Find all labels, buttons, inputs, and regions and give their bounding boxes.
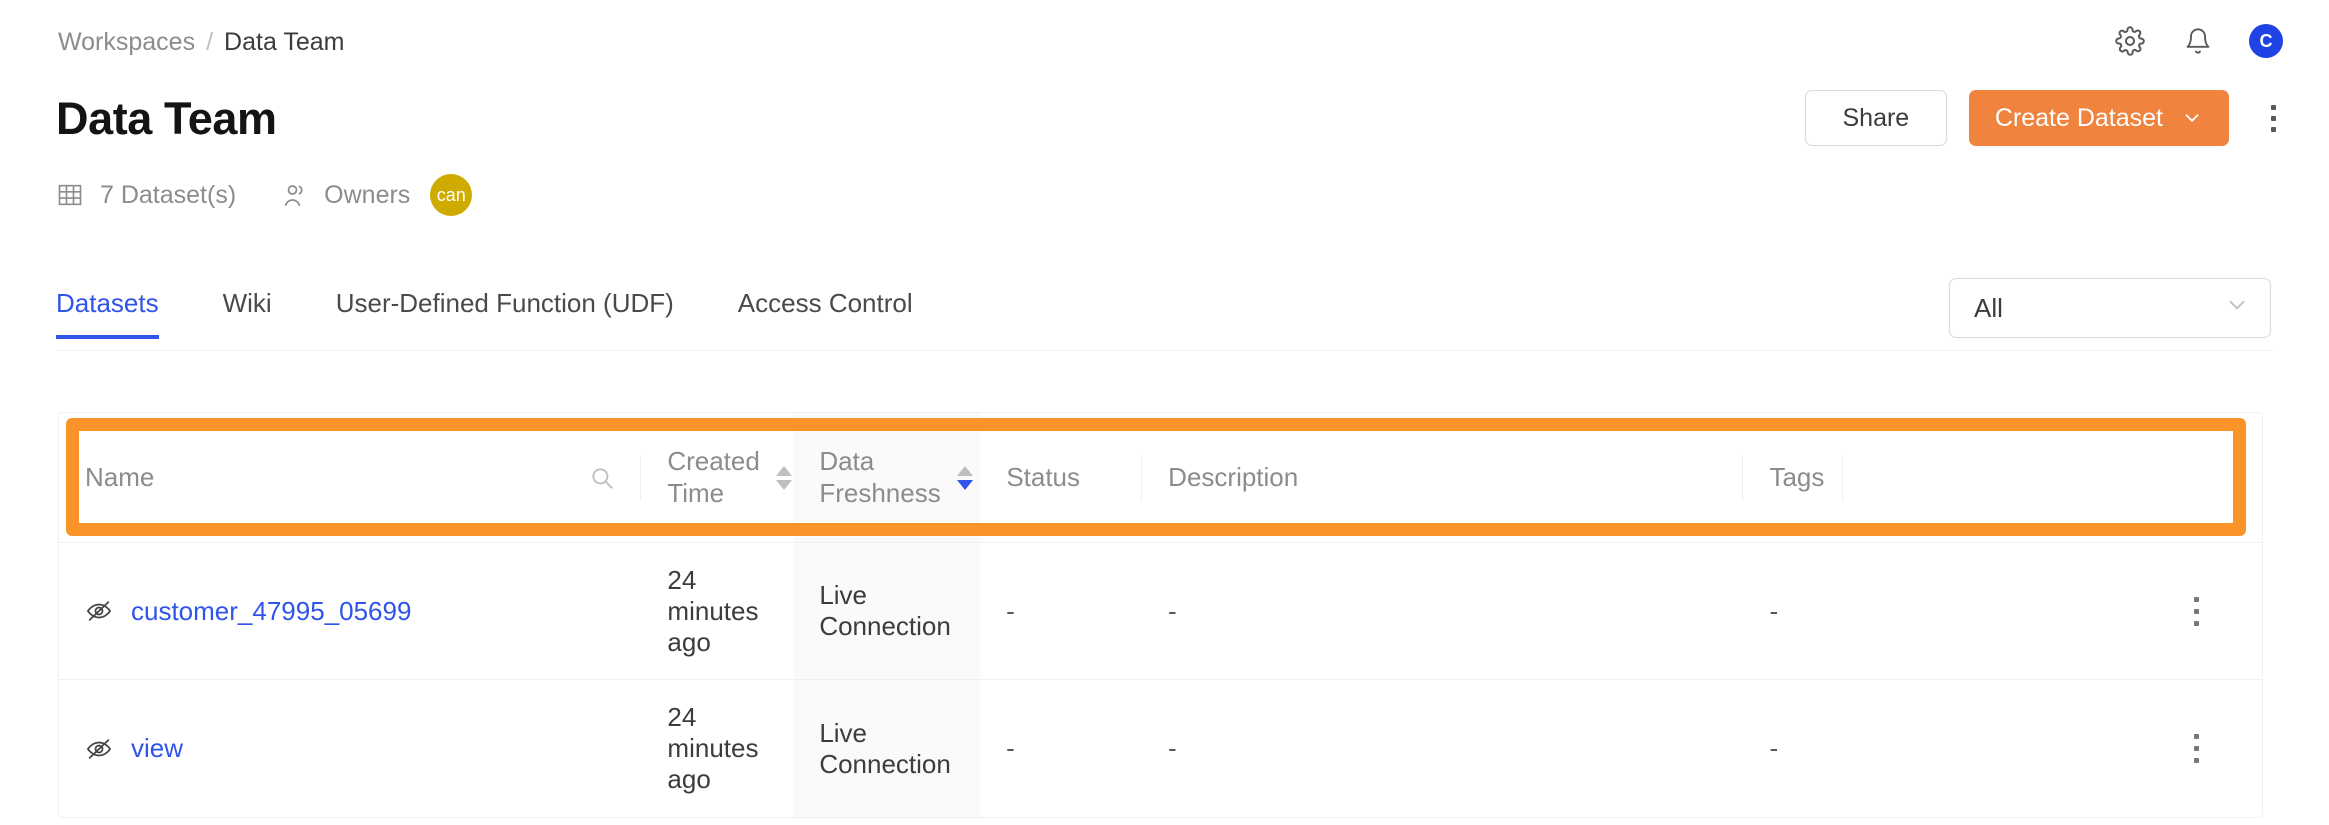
sort-toggle-data-freshness[interactable] xyxy=(956,465,973,490)
cell-actions xyxy=(1843,543,2262,679)
breadcrumb-current: Data Team xyxy=(224,28,345,56)
dataset-name-link[interactable]: customer_47995_05699 xyxy=(131,596,411,627)
top-right-toolbar: C xyxy=(2113,24,2283,58)
cell-tags: - xyxy=(1769,595,1779,626)
cell-tags: - xyxy=(1769,733,1779,763)
table-row[interactable]: view 24 minutes ago Live Connection - - … xyxy=(59,680,2262,817)
chevron-down-icon xyxy=(2224,292,2250,325)
tab-datasets[interactable]: Datasets xyxy=(56,288,159,339)
workspace-meta: 7 Dataset(s) Owners can xyxy=(56,174,473,216)
row-more-menu-icon[interactable] xyxy=(2178,587,2214,635)
tab-wiki[interactable]: Wiki xyxy=(223,288,272,339)
gear-icon[interactable] xyxy=(2113,24,2147,58)
column-header-tags[interactable]: Tags xyxy=(1743,413,1844,542)
column-header-data-freshness[interactable]: Data Freshness xyxy=(793,413,981,542)
column-header-tags-label: Tags xyxy=(1769,461,1825,492)
create-dataset-label: Create Dataset xyxy=(1994,103,2163,132)
search-icon[interactable] xyxy=(589,465,615,491)
table-header-row: Name Created Time Data Freshness Status … xyxy=(59,413,2262,543)
column-header-status[interactable]: Status xyxy=(980,413,1143,542)
breadcrumb-separator: / xyxy=(206,28,214,56)
dataset-count: 7 Dataset(s) xyxy=(100,180,237,209)
owners-label: Owners xyxy=(324,180,411,209)
column-header-data-freshness-label: Data Freshness xyxy=(819,446,941,508)
column-header-status-label: Status xyxy=(1006,461,1081,492)
column-header-description[interactable]: Description xyxy=(1142,413,1744,542)
cell-name: customer_47995_05699 xyxy=(59,543,641,679)
sort-descending-icon xyxy=(775,479,792,490)
row-more-menu-icon[interactable] xyxy=(2178,725,2214,773)
cell-description: - xyxy=(1168,595,1177,626)
cell-data-freshness: Live Connection xyxy=(793,543,981,679)
sort-descending-icon xyxy=(956,479,973,490)
column-header-description-label: Description xyxy=(1168,461,1299,492)
avatar[interactable]: C xyxy=(2249,24,2283,58)
type-filter-value: All xyxy=(1974,292,2003,323)
breadcrumb: Workspaces / Data Team xyxy=(58,28,344,57)
page-title: Data Team xyxy=(56,93,277,144)
sort-toggle-created-time[interactable] xyxy=(775,465,792,490)
tab-bar-divider xyxy=(56,350,2273,351)
column-header-name[interactable]: Name xyxy=(59,413,642,542)
chevron-down-icon xyxy=(2181,107,2203,129)
cell-name: view xyxy=(59,680,641,817)
share-button[interactable]: Share xyxy=(1804,90,1947,146)
table-grid-icon xyxy=(56,181,84,209)
bell-icon[interactable] xyxy=(2181,24,2215,58)
eye-off-icon xyxy=(85,735,113,763)
eye-off-icon xyxy=(85,597,113,625)
column-header-name-label: Name xyxy=(85,461,155,492)
tab-udf[interactable]: User-Defined Function (UDF) xyxy=(336,288,674,339)
column-header-created-time[interactable]: Created Time xyxy=(641,413,793,542)
cell-created-time: 24 minutes ago xyxy=(667,702,759,794)
page-more-menu-icon[interactable] xyxy=(2255,94,2291,142)
create-dataset-button[interactable]: Create Dataset xyxy=(1968,90,2229,146)
breadcrumb-workspaces-link[interactable]: Workspaces xyxy=(58,28,195,57)
cell-data-freshness: Live Connection xyxy=(793,680,981,817)
cell-actions xyxy=(1843,680,2262,817)
cell-created-time: 24 minutes ago xyxy=(667,564,759,657)
page-actions: Share Create Dataset xyxy=(1804,90,2291,146)
sort-ascending-icon xyxy=(775,465,792,476)
datasets-table: Name Created Time Data Freshness Status … xyxy=(58,412,2263,818)
dataset-name-link[interactable]: view xyxy=(131,733,183,764)
cell-status: - xyxy=(1006,733,1015,763)
cell-status: - xyxy=(1006,595,1015,626)
column-header-created-time-label: Created Time xyxy=(667,446,760,508)
owner-avatar[interactable]: can xyxy=(430,174,473,216)
tab-access-control[interactable]: Access Control xyxy=(738,288,913,339)
sort-ascending-icon xyxy=(956,465,973,476)
type-filter-select[interactable]: All xyxy=(1949,278,2271,338)
tab-bar: Datasets Wiki User-Defined Function (UDF… xyxy=(56,288,913,339)
people-icon xyxy=(280,180,310,210)
cell-description: - xyxy=(1168,733,1177,763)
column-header-actions xyxy=(1843,413,2262,542)
table-row[interactable]: customer_47995_05699 24 minutes ago Live… xyxy=(59,543,2262,680)
